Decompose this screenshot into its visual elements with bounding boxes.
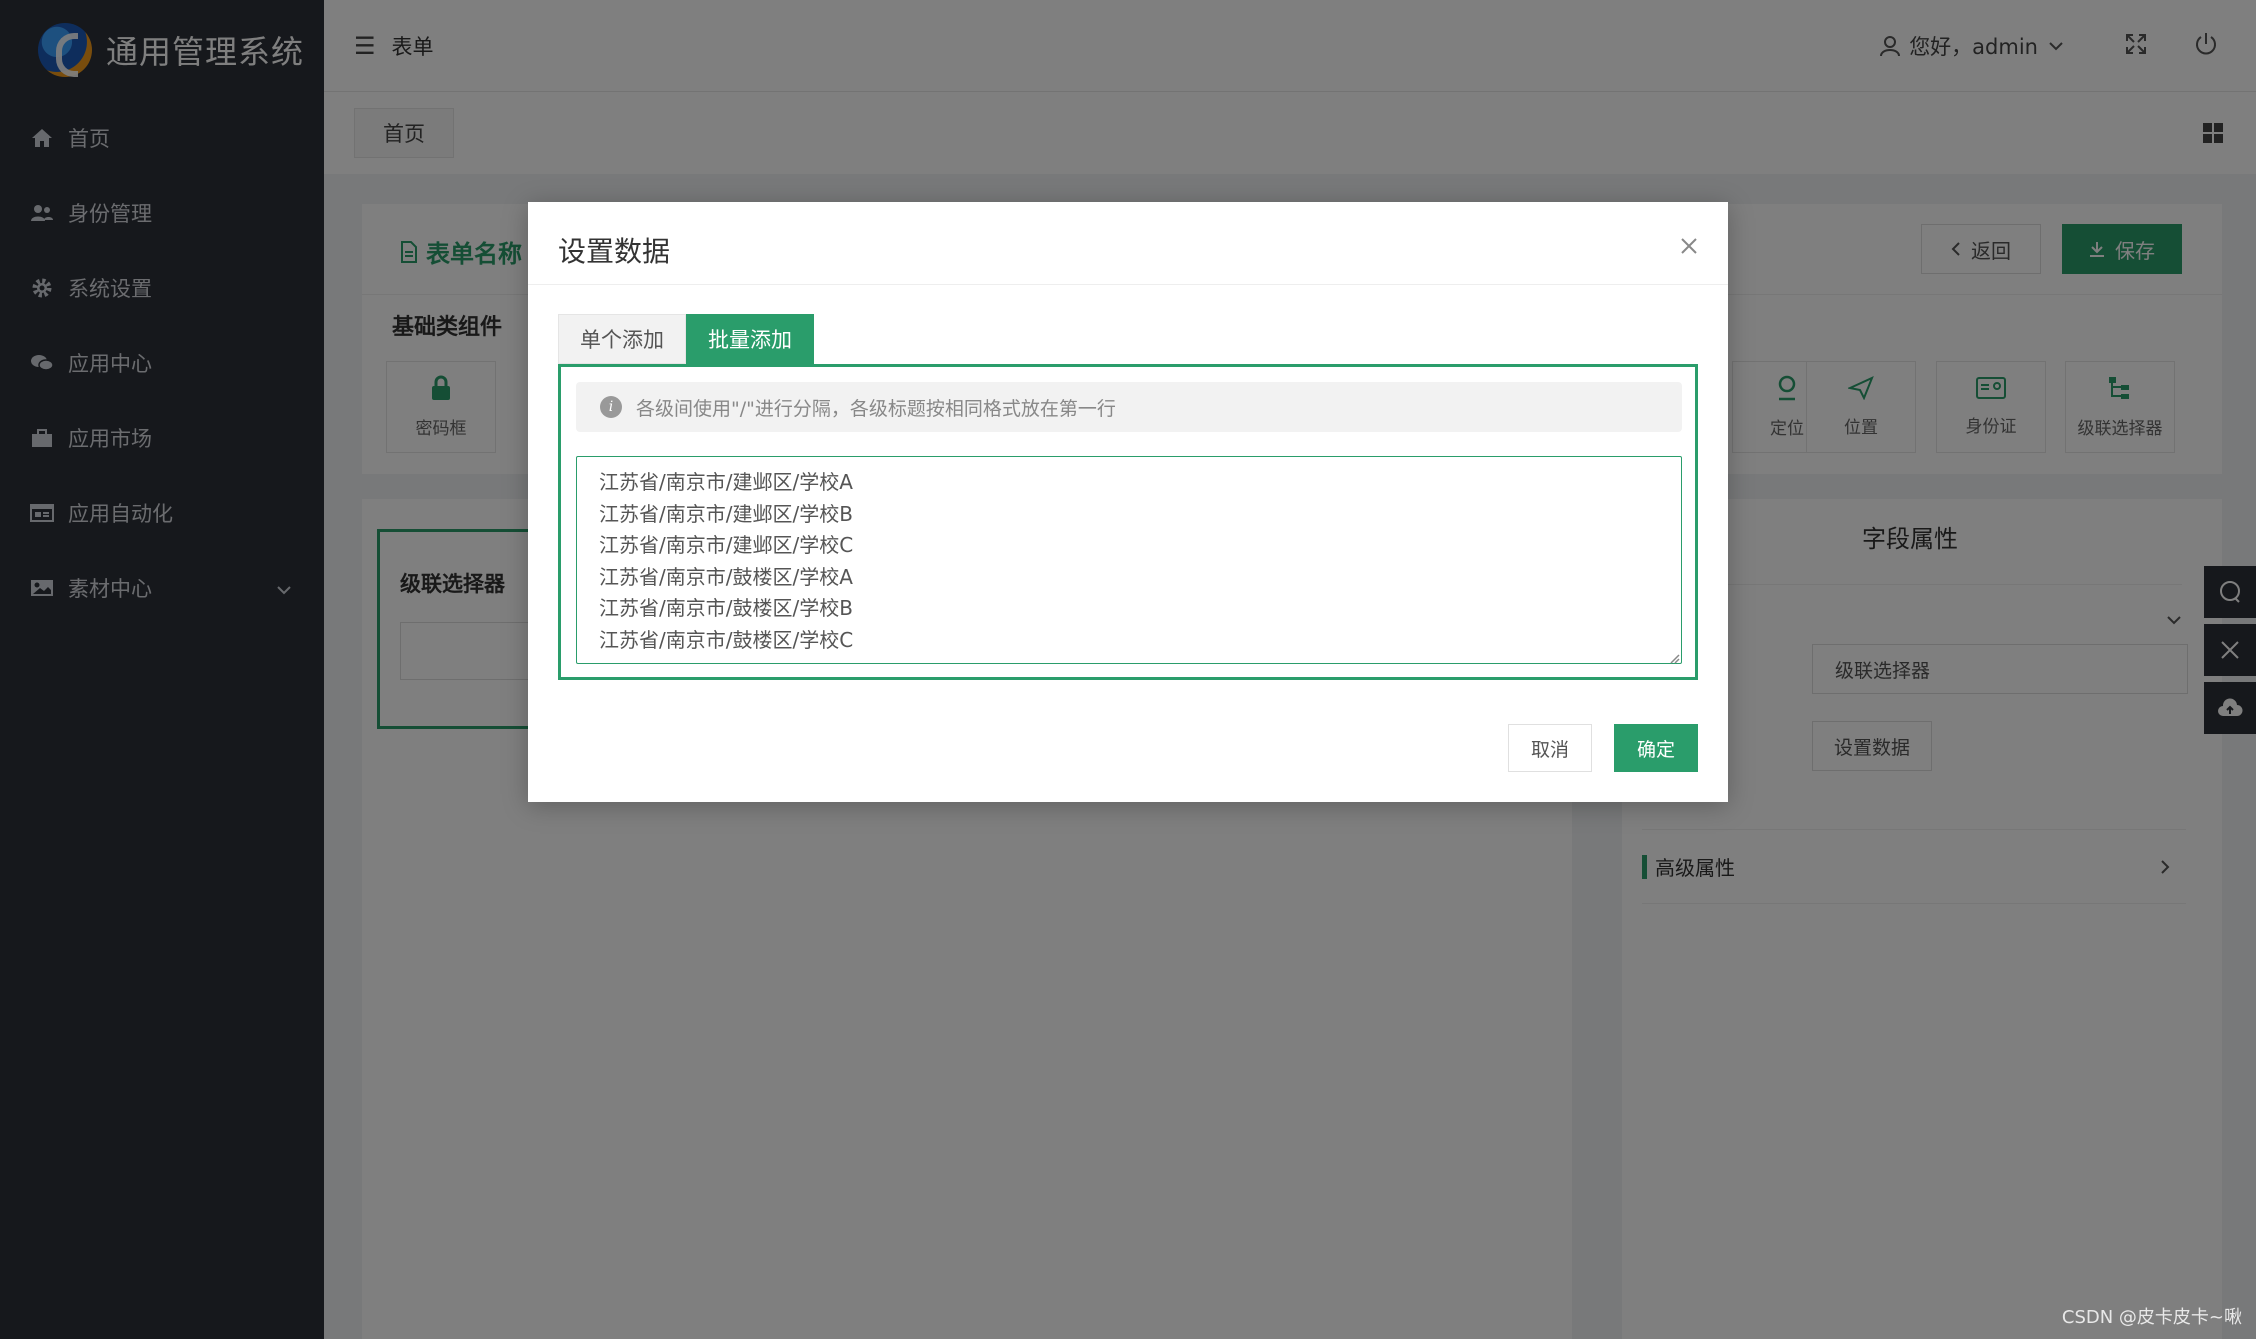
- info-icon: i: [600, 396, 622, 418]
- tab-single-add[interactable]: 单个添加: [558, 314, 686, 364]
- dialog-title: 设置数据: [558, 235, 671, 268]
- cancel-button[interactable]: 取消: [1508, 724, 1592, 772]
- tip-text: 各级间使用"/"进行分隔，各级标题按相同格式放在第一行: [636, 397, 1116, 420]
- watermark: CSDN @皮卡皮卡~啾: [2061, 1307, 2242, 1328]
- confirm-button[interactable]: 确定: [1614, 724, 1698, 772]
- batch-data-textarea[interactable]: 江苏省/南京市/建邺区/学校A 江苏省/南京市/建邺区/学校B 江苏省/南京市/…: [576, 456, 1682, 664]
- tip-banner: i 各级间使用"/"进行分隔，各级标题按相同格式放在第一行: [576, 382, 1682, 432]
- resize-handle-icon[interactable]: [1668, 652, 1680, 664]
- set-data-dialog: 设置数据 单个添加 批量添加 i 各级间使用"/"进行分隔，各级标题按相同格式放…: [528, 202, 1728, 802]
- tab-batch-add[interactable]: 批量添加: [686, 314, 814, 364]
- divider: [528, 284, 1728, 285]
- close-icon[interactable]: [1680, 232, 1698, 262]
- batch-add-panel: i 各级间使用"/"进行分隔，各级标题按相同格式放在第一行 江苏省/南京市/建邺…: [558, 364, 1698, 680]
